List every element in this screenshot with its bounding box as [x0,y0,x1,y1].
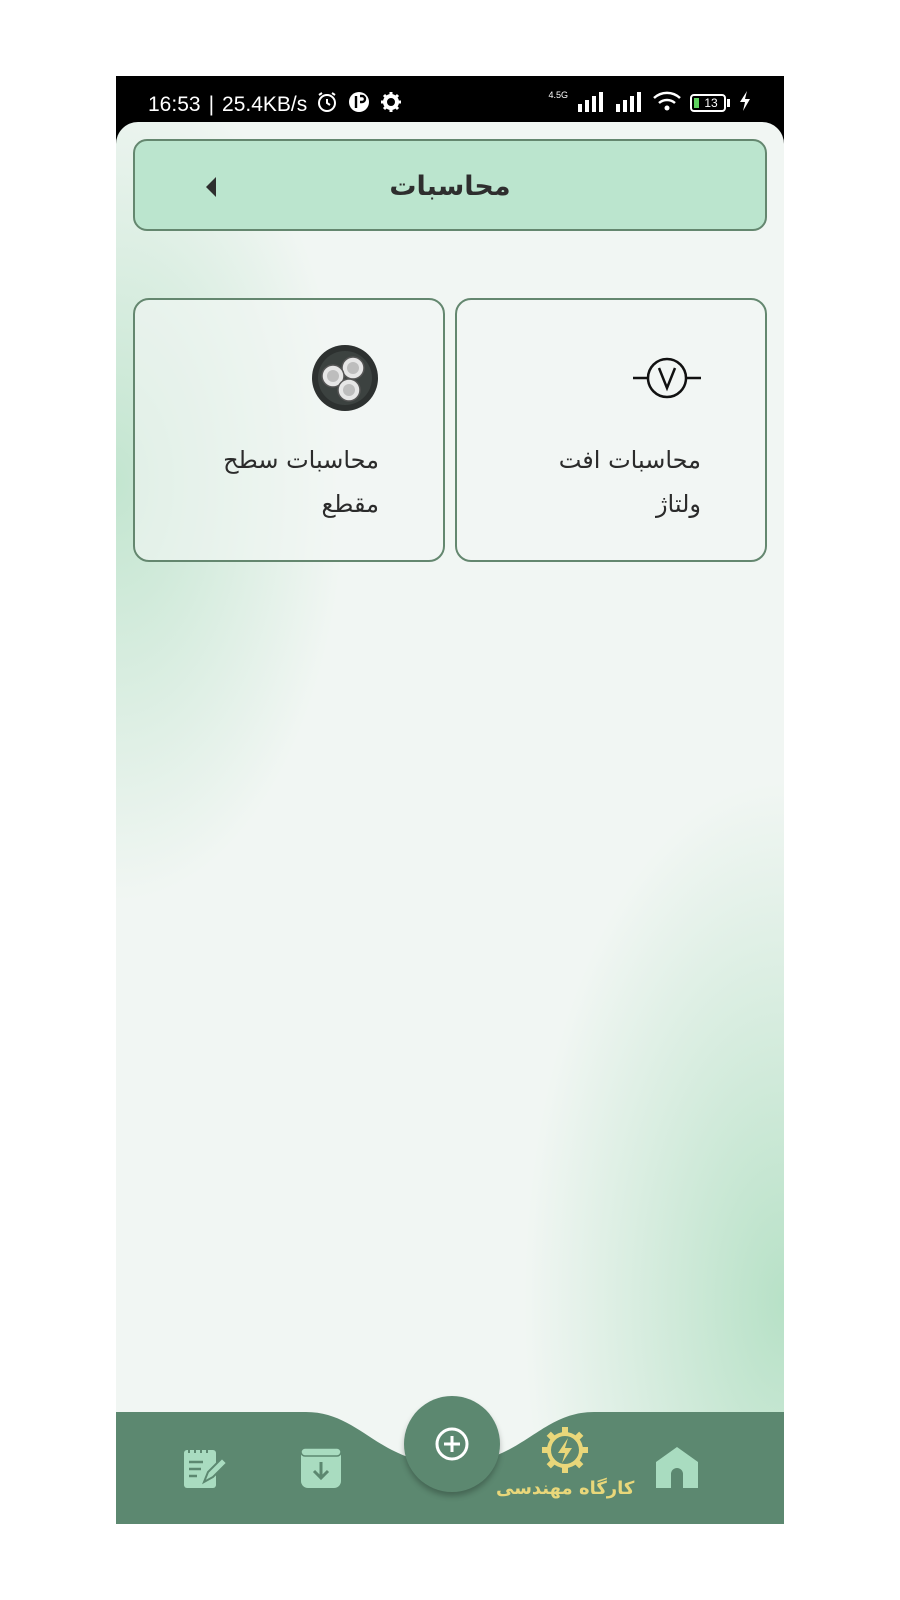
wifi-icon [652,90,682,116]
card-label-line2: مقطع [321,490,379,518]
voltmeter-icon [633,344,701,412]
cable-cross-section-icon [311,344,379,412]
card-label: محاسبات افت ولتاژ [501,438,701,526]
add-fab-button[interactable] [404,1396,500,1492]
settings-icon [379,90,403,120]
gear-lightning-icon [542,1427,589,1473]
main-screen: محاسبات محاسبات افت ولتاژ محاسبات سطح مق… [116,122,784,1524]
phone-frame: 16:53 | 25.4KB/s 4.5G 13 محاسبات محاسبات… [116,76,784,1524]
status-speed: 25.4KB/s [222,93,308,116]
add-circle-icon [435,1427,469,1461]
battery-icon: 13 [690,94,730,112]
status-left: 16:53 | 25.4KB/s [148,90,403,120]
cross-section-card[interactable]: محاسبات سطح مقطع [133,298,445,562]
header-bar: محاسبات [133,139,767,231]
status-separator: | [208,93,215,116]
voltage-drop-card[interactable]: محاسبات افت ولتاژ [455,298,767,562]
card-label-line1: محاسبات افت [558,446,701,474]
home-icon [656,1447,698,1488]
nav-item-home[interactable] [654,1444,700,1490]
card-label-line2: ولتاژ [655,490,701,518]
status-bar: 16:53 | 25.4KB/s 4.5G 13 [116,76,784,124]
status-right: 4.5G 13 [548,90,752,116]
archive-download-icon [300,1447,342,1488]
notes-icon [184,1447,226,1488]
signal-icon [576,90,606,116]
page-title: محاسبات [389,171,511,202]
status-time: 16:53 [148,93,201,116]
charging-icon [738,90,752,116]
battery-level: 13 [704,96,718,110]
nav-item-notes[interactable] [180,1444,226,1490]
nav-item-archive[interactable] [298,1444,344,1490]
network-type-label: 4.5G [548,90,568,100]
nav-label-engineering-workshop: کارگاه مهندسی [496,1478,635,1499]
alarm-icon [315,90,339,120]
nav-item-engineering-workshop[interactable]: کارگاه مهندسی [496,1426,634,1499]
card-label: محاسبات سطح مقطع [179,438,379,526]
signal-icon-2 [614,90,644,116]
app-notification-icon [347,90,371,120]
card-label-line1: محاسبات سطح [223,446,379,474]
